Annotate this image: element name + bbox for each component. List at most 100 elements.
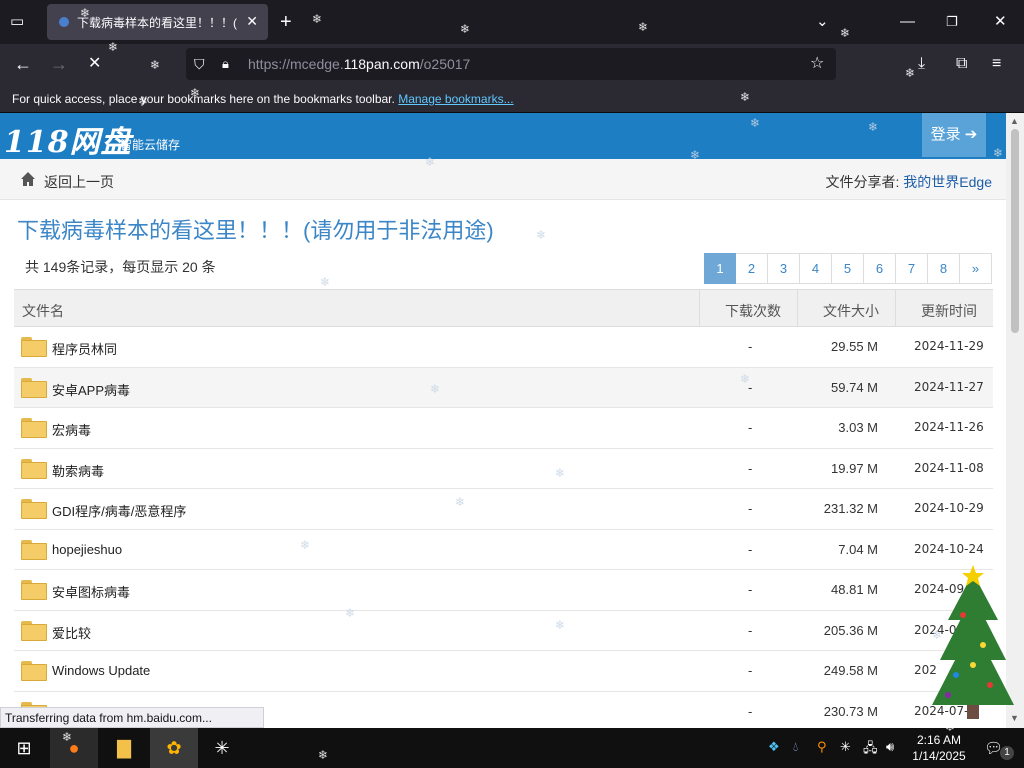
folder-icon (21, 620, 47, 641)
menu-icon[interactable]: ≡ (992, 54, 1001, 74)
downloads-icon[interactable]: ⤓ (918, 54, 925, 74)
status-bar: Transferring data from hm.baidu.com... (0, 707, 264, 728)
maximize-icon[interactable]: ❐ (946, 12, 958, 32)
url-text[interactable]: https://mcedge.118pan.com/o25017 (248, 56, 470, 72)
header-downloads[interactable]: 下载次数 (725, 301, 781, 321)
forward-icon[interactable]: → (50, 54, 68, 74)
sharer-name-link[interactable]: 我的世界Edge (903, 174, 992, 190)
file-explorer-icon[interactable]: ▇ (100, 728, 148, 768)
asterisk-app-icon[interactable]: ✳ (198, 728, 246, 768)
manage-bookmarks-link[interactable]: Manage bookmarks... (398, 92, 513, 106)
download-count: - (748, 339, 753, 354)
update-date: 2024-11-08 (914, 460, 984, 475)
update-date: 2024-11-29 (914, 339, 984, 353)
table-row[interactable]: 程序员林同 - 29.55 M 2024-11-29 (14, 327, 993, 368)
snowflake-icon: ❄ (190, 86, 201, 100)
file-name-link[interactable]: 程序员林同 (52, 339, 117, 358)
header-updated[interactable]: 更新时间 (921, 301, 977, 321)
scroll-up-icon[interactable]: ▲ (1010, 116, 1019, 126)
tab-title: 下载病毒样本的看这里！！！(请 (77, 16, 237, 30)
file-name-link[interactable]: 宏病毒 (52, 420, 91, 439)
file-name-link[interactable]: 安卓图标病毒 (52, 582, 130, 601)
snowflake-icon: ❄ (138, 94, 149, 108)
tray-search-icon[interactable]: ⚲ (817, 739, 827, 755)
snowflake-icon: ❄ (868, 120, 879, 134)
snowflake-icon: ❄ (460, 22, 471, 36)
file-name-link[interactable]: Windows Update (52, 663, 150, 678)
folder-icon (21, 418, 47, 438)
tracking-protection-icon[interactable]: ⛉ (194, 54, 205, 74)
snowflake-icon: ❄ (993, 146, 1004, 160)
new-tab-icon[interactable]: + (280, 12, 292, 32)
home-icon[interactable] (20, 171, 36, 187)
app-taskbar-icon[interactable]: ✿ (150, 728, 198, 768)
extensions-icon[interactable]: ⧉ (956, 54, 967, 74)
volume-icon[interactable]: 🔊︎ (886, 739, 894, 755)
tray-asterisk-icon[interactable]: ✳ (840, 739, 851, 755)
file-name-link[interactable]: 勒索病毒 (52, 461, 104, 480)
folder-icon (21, 337, 47, 357)
page-button[interactable]: 5 (832, 253, 864, 284)
snowflake-icon: ❄ (318, 748, 329, 762)
snowflake-icon: ❄ (740, 90, 751, 104)
snowflake-icon: ❄ (932, 628, 943, 642)
page-button[interactable]: 7 (896, 253, 928, 284)
table-row[interactable]: 安卓图标病毒 -48.81 M 2024-09-2 (14, 570, 993, 611)
table-row[interactable]: GDI程序/病毒/恶意程序 - 231.32 M 2024-10-29 (14, 489, 993, 530)
bookmark-star-icon[interactable]: ☆ (810, 54, 824, 74)
tray-app-icon[interactable]: ❖ (768, 739, 780, 755)
file-name-link[interactable]: 爱比较 (52, 623, 91, 642)
page-button[interactable]: 2 (736, 253, 768, 284)
lock-icon[interactable]: 🔒︎ (222, 54, 229, 74)
page-button[interactable]: 8 (928, 253, 960, 284)
table-row[interactable]: hopejieshuo - 7.04 M 2024-10-24 (14, 530, 993, 570)
snowflake-icon: ❄ (840, 26, 851, 40)
clock-date: 1/14/2025 (912, 749, 966, 763)
tab-close-icon[interactable]: ✕ (246, 13, 258, 30)
header-size[interactable]: 文件大小 (823, 301, 879, 321)
folder-icon (21, 539, 47, 560)
bookmarks-toolbar: For quick access, place your bookmarks h… (0, 84, 1024, 113)
start-windows-icon[interactable]: ⊞ (0, 728, 48, 768)
update-date: 2024-10-24 (914, 541, 984, 556)
tab-list-icon[interactable]: ▭ (10, 12, 24, 32)
record-count: 共 149条记录，每页显示 20 条 (25, 259, 216, 275)
table-row[interactable]: 宏病毒 - 3.03 M 2024-11-26 (14, 408, 993, 449)
network-icon[interactable]: 🖧︎ (863, 739, 878, 761)
snowflake-icon: ❄ (455, 495, 466, 509)
page-button[interactable]: 6 (864, 253, 896, 284)
table-row[interactable]: 勒索病毒 - 19.97 M 2024-11-08 (14, 449, 993, 489)
next-page-button[interactable]: » (960, 253, 992, 284)
list-all-tabs-icon[interactable]: ⌄ (816, 12, 829, 32)
download-count: - (748, 420, 753, 435)
file-name-link[interactable]: GDI程序/病毒/恶意程序 (52, 501, 186, 520)
clock[interactable]: 2:16 AM 1/14/2025 (904, 732, 974, 764)
file-size: 48.81 M (831, 582, 878, 597)
back-icon[interactable]: ← (14, 54, 32, 74)
windows-taskbar: ⊞ ● ▇ ✿ ✳ ❖ 💧︎ ⚲ ✳ 🖧︎ 🔊︎ 2:16 AM 1/14/202… (0, 728, 1024, 768)
folder-icon (21, 661, 47, 681)
table-row[interactable]: 爱比较 -205.36 M 2024-0 (14, 611, 993, 651)
page-button[interactable]: 3 (768, 253, 800, 284)
snowflake-icon: ❄ (555, 618, 566, 632)
close-window-icon[interactable]: ✕ (994, 12, 1007, 32)
table-row[interactable]: 安卓APP病毒 -59.74 M 2024-11-27 (14, 367, 993, 408)
site-header: 118网盘 智能云储存 登录 ➔ (0, 113, 1006, 161)
file-name-link[interactable]: 安卓APP病毒 (52, 380, 130, 399)
scrollbar-thumb[interactable] (1011, 129, 1019, 333)
site-logo[interactable]: 118网盘 (4, 117, 132, 161)
back-link[interactable]: 返回上一页 (44, 172, 114, 192)
url-bar[interactable]: ⛉ 🔒︎ https://mcedge.118pan.com/o25017 ☆ (186, 48, 836, 80)
page-button[interactable]: 1 (704, 253, 736, 284)
header-divider (797, 290, 798, 326)
header-filename[interactable]: 文件名 (22, 301, 64, 321)
login-button[interactable]: 登录 ➔ (922, 113, 986, 157)
stop-loading-icon[interactable]: ✕ (88, 54, 101, 74)
minimize-icon[interactable]: — (900, 12, 915, 32)
snowflake-icon: ❄ (555, 466, 566, 480)
firefox-taskbar-icon[interactable]: ● (50, 728, 98, 768)
file-name-link[interactable]: hopejieshuo (52, 542, 122, 557)
tray-drop-icon[interactable]: 💧︎ (793, 739, 798, 755)
page-button[interactable]: 4 (800, 253, 832, 284)
table-row[interactable]: Windows Update -249.58 M 202 (14, 651, 993, 692)
